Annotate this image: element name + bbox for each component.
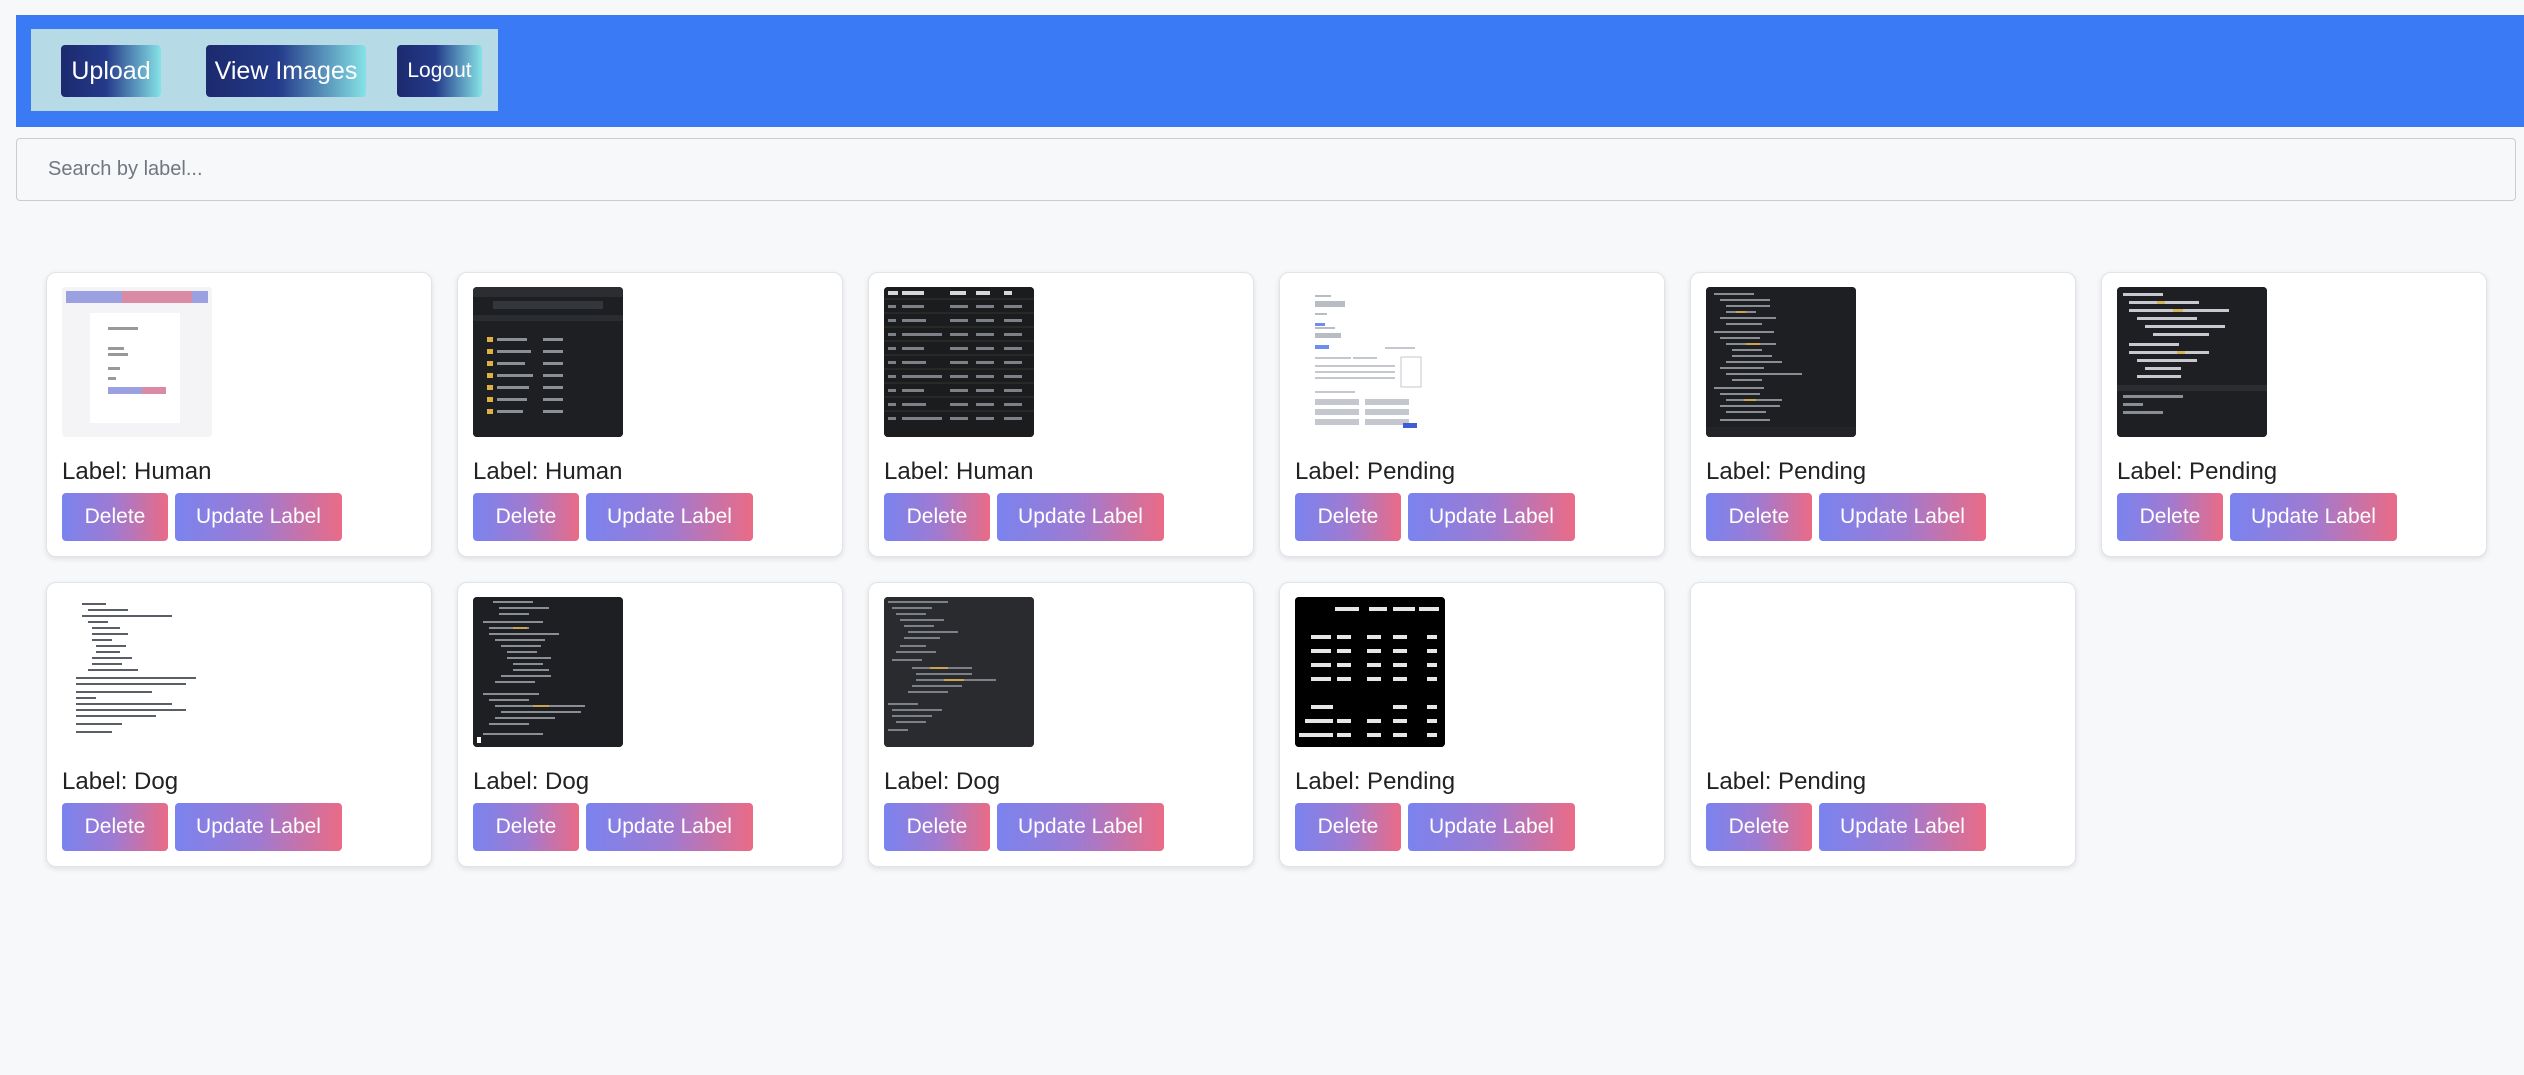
image-card: Label: Dog Delete Update Label	[868, 582, 1254, 867]
card-label: Label: Pending	[2117, 458, 2278, 485]
delete-button[interactable]: Delete	[884, 803, 990, 851]
card-label: Label: Pending	[1295, 768, 1456, 795]
update-label-button[interactable]: Update Label	[175, 803, 342, 851]
update-label-button[interactable]: Update Label	[1408, 803, 1575, 851]
card-label: Label: Human	[473, 458, 623, 485]
image-card: Label: Human Delete Update Label	[46, 272, 432, 557]
card-label: Label: Pending	[1706, 458, 1867, 485]
image-grid: Label: Human Delete Update Label Label: …	[0, 0, 2524, 1075]
delete-button[interactable]: Delete	[473, 493, 579, 541]
delete-button[interactable]: Delete	[1295, 493, 1401, 541]
image-card: Label: Human Delete Update Label	[457, 272, 843, 557]
thumbnail-image[interactable]	[1295, 287, 1445, 437]
thumbnail-image[interactable]	[473, 287, 623, 437]
thumbnail-image[interactable]	[473, 597, 623, 747]
update-label-button[interactable]: Update Label	[1819, 803, 1986, 851]
image-card: Label: Pending Delete Update Label	[1279, 272, 1665, 557]
update-label-button[interactable]: Update Label	[1819, 493, 1986, 541]
thumbnail-image[interactable]	[884, 287, 1034, 437]
update-label-button[interactable]: Update Label	[997, 493, 1164, 541]
delete-button[interactable]: Delete	[473, 803, 579, 851]
update-label-button[interactable]: Update Label	[586, 493, 753, 541]
card-label: Label: Human	[62, 458, 212, 485]
card-label: Label: Dog	[473, 768, 590, 795]
update-label-button[interactable]: Update Label	[997, 803, 1164, 851]
delete-button[interactable]: Delete	[884, 493, 990, 541]
update-label-button[interactable]: Update Label	[1408, 493, 1575, 541]
card-label: Label: Dog	[62, 768, 179, 795]
card-label: Label: Human	[884, 458, 1034, 485]
thumbnail-image[interactable]	[1295, 597, 1445, 747]
thumbnail-image[interactable]	[62, 287, 212, 437]
update-label-button[interactable]: Update Label	[175, 493, 342, 541]
card-label: Label: Pending	[1706, 768, 1867, 795]
update-label-button[interactable]: Update Label	[2230, 493, 2397, 541]
delete-button[interactable]: Delete	[1706, 803, 1812, 851]
update-label-button[interactable]: Update Label	[586, 803, 753, 851]
thumbnail-image[interactable]	[2117, 287, 2267, 437]
image-card: Label: Pending Delete Update Label	[1279, 582, 1665, 867]
delete-button[interactable]: Delete	[2117, 493, 2223, 541]
image-card: Label: Pending Delete Update Label	[2101, 272, 2487, 557]
image-card: Label: Human Delete Update Label	[868, 272, 1254, 557]
image-card: Label: Pending Delete Update Label	[1690, 272, 2076, 557]
thumbnail-image[interactable]	[1706, 287, 1856, 437]
card-label: Label: Pending	[1295, 458, 1456, 485]
delete-button[interactable]: Delete	[1706, 493, 1812, 541]
thumbnail-image[interactable]	[62, 597, 212, 747]
delete-button[interactable]: Delete	[1295, 803, 1401, 851]
image-card: Label: Dog Delete Update Label	[46, 582, 432, 867]
thumbnail-image[interactable]	[884, 597, 1034, 747]
delete-button[interactable]: Delete	[62, 803, 168, 851]
card-label: Label: Dog	[884, 768, 1001, 795]
image-card: Label: Dog Delete Update Label	[457, 582, 843, 867]
thumbnail-image[interactable]	[1706, 597, 1856, 747]
image-card: Label: Pending Delete Update Label	[1690, 582, 2076, 867]
delete-button[interactable]: Delete	[62, 493, 168, 541]
